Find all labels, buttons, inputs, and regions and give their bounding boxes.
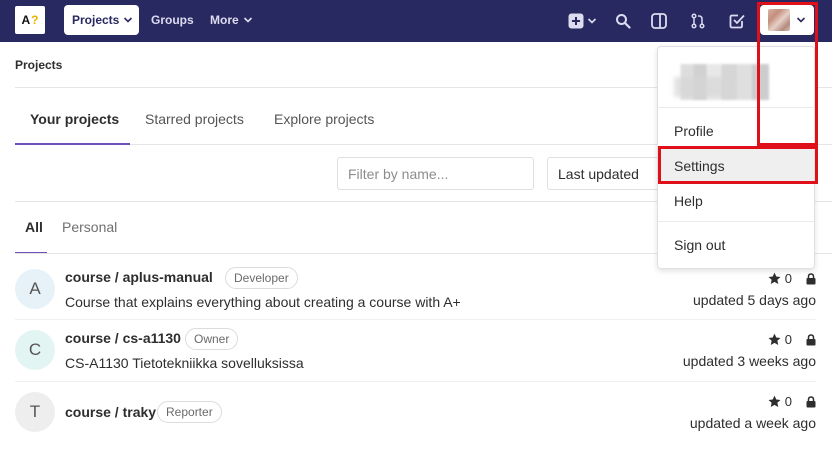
project-row[interactable]: A course / aplus-manual Developer Course… [15, 261, 832, 323]
project-meta: 0 [768, 394, 816, 409]
menu-item-settings[interactable]: Settings [658, 148, 814, 183]
projects-dropdown-button[interactable]: Projects [64, 5, 139, 35]
star-count: 0 [784, 271, 792, 286]
sort-dropdown-label: Last updated [558, 165, 639, 182]
project-avatar[interactable]: T [15, 392, 55, 432]
groups-nav-label: Groups [151, 13, 194, 27]
role-badge: Developer [225, 267, 298, 289]
updated-timestamp: updated a week ago [689, 415, 816, 431]
more-dropdown-button[interactable]: More [210, 13, 253, 27]
divider [15, 319, 816, 320]
new-item-dropdown[interactable] [565, 11, 599, 31]
merge-request-icon [691, 13, 705, 29]
chevron-down-icon [124, 17, 133, 23]
groups-nav-link[interactable]: Groups [151, 13, 194, 27]
project-title[interactable]: course / traky [65, 404, 156, 420]
projects-nav-label: Projects [72, 13, 120, 27]
plus-square-icon [568, 13, 583, 29]
project-meta: 0 [768, 332, 816, 347]
lock-icon [806, 272, 816, 284]
subtab-all[interactable]: All [25, 219, 43, 235]
project-description: CS-A1130 Tietotekniikka sovelluksissa [65, 355, 304, 371]
search-button[interactable] [613, 11, 633, 31]
logo-text: A [21, 13, 31, 27]
chevron-down-icon [243, 17, 252, 23]
avatar [768, 9, 790, 31]
logo-mark: ? [31, 13, 39, 27]
blurred-username-handle [674, 77, 734, 97]
active-tab-indicator [15, 143, 130, 145]
todos-button[interactable] [727, 11, 747, 31]
star-icon [768, 395, 781, 408]
tab-explore-projects[interactable]: Explore projects [274, 111, 374, 127]
top-navbar: A? Projects Groups More [0, 0, 832, 42]
project-row[interactable]: C course / cs-a1130 Owner CS-A1130 Tieto… [15, 322, 832, 384]
app-logo[interactable]: A? [15, 6, 45, 34]
star-icon [768, 272, 781, 285]
issues-panel-icon [651, 13, 667, 29]
chevron-down-icon [796, 17, 806, 23]
sort-dropdown[interactable]: Last updated [547, 157, 657, 190]
menu-item-profile[interactable]: Profile [658, 113, 814, 148]
project-title[interactable]: course / cs-a1130 [65, 330, 181, 346]
role-badge: Reporter [157, 401, 222, 423]
updated-timestamp: updated 5 days ago [693, 292, 816, 308]
project-avatar[interactable]: C [15, 330, 55, 370]
todo-check-icon [729, 14, 745, 29]
user-dropdown-menu: Profile Settings Help Sign out [657, 46, 815, 269]
menu-item-help[interactable]: Help [658, 183, 814, 218]
divider [658, 107, 814, 108]
project-title[interactable]: course / aplus-manual [65, 269, 213, 285]
filter-by-name-input[interactable] [337, 157, 534, 190]
star-icon [768, 333, 781, 346]
star-count: 0 [784, 394, 792, 409]
project-description: Course that explains everything about cr… [65, 294, 461, 310]
divider [15, 381, 816, 382]
tab-your-projects[interactable]: Your projects [30, 111, 119, 127]
star-count: 0 [784, 332, 792, 347]
search-icon [616, 14, 631, 29]
more-nav-label: More [210, 13, 239, 27]
merge-requests-button[interactable] [688, 11, 708, 31]
chevron-down-icon [587, 18, 596, 24]
project-avatar[interactable]: A [15, 269, 55, 309]
project-meta: 0 [768, 271, 816, 286]
project-row[interactable]: T course / traky Reporter 0 updated a we… [15, 384, 832, 446]
lock-icon [806, 395, 816, 407]
menu-item-sign-out[interactable]: Sign out [658, 227, 814, 262]
user-menu-button[interactable] [760, 5, 814, 35]
divider [658, 221, 814, 222]
lock-icon [806, 333, 816, 345]
tab-starred-projects[interactable]: Starred projects [145, 111, 244, 127]
updated-timestamp: updated 3 weeks ago [682, 353, 816, 369]
breadcrumb[interactable]: Projects [15, 58, 62, 72]
issues-button[interactable] [649, 11, 669, 31]
role-badge: Owner [185, 328, 239, 350]
subtab-personal[interactable]: Personal [62, 219, 117, 235]
